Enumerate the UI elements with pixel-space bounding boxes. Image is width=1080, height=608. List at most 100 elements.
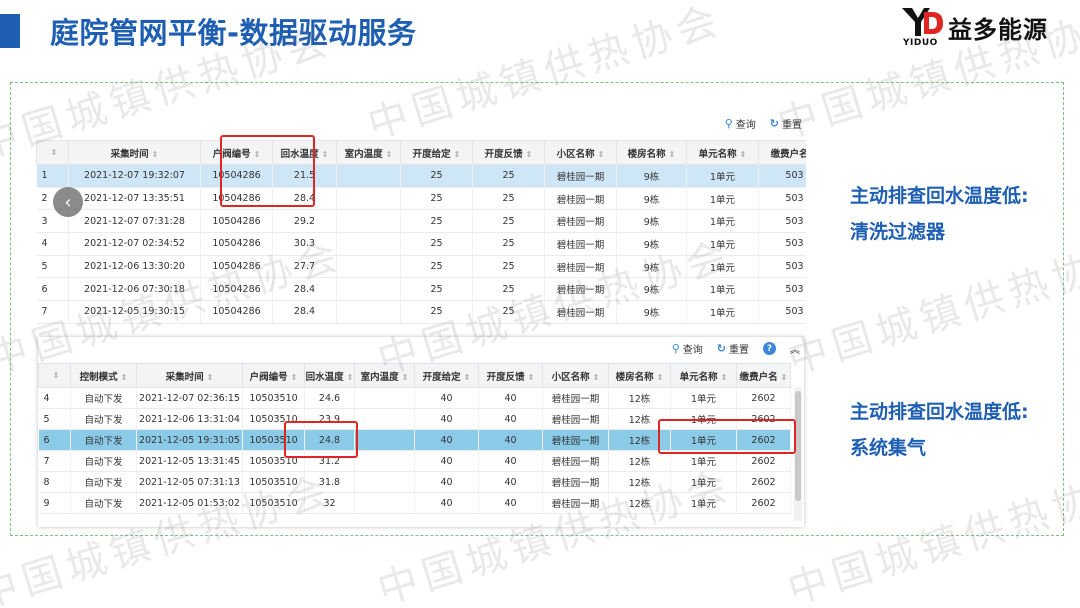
table-cell: 2021-12-05 07:31:13 [136, 471, 243, 493]
title-accent-bar [0, 14, 20, 48]
table-cell: 503 [758, 164, 806, 188]
page-title: 庭院管网平衡-数据驱动服务 [50, 16, 417, 50]
column-header[interactable]: 室内温度 ⇕ [354, 363, 415, 388]
previous-slide-button[interactable]: ‹ [53, 187, 83, 217]
column-header[interactable]: ⇕ [36, 140, 69, 165]
table-cell: 12栋 [608, 387, 671, 409]
table-cell: 24.6 [304, 387, 355, 409]
table-cell [336, 187, 401, 211]
table-row[interactable]: 4 自动下发 2021-12-07 02:36:15 10503510 24.6 40 40… [38, 387, 791, 409]
table-cell: 503 [758, 209, 806, 234]
table-cell: 2021-12-05 01:53:02 [136, 492, 243, 514]
table-cell: 40 [478, 492, 543, 514]
table-row[interactable]: 3 2021-12-07 07:31:28 10504286 29.2 25 25 碧桂园一… [36, 209, 806, 234]
column-header[interactable]: 缴费户名⇕ [758, 140, 806, 165]
table-cell: 2021-12-05 19:31:05 [136, 429, 243, 451]
highlight-return-temp-1 [220, 135, 315, 207]
query-button[interactable]: ⚲ 查询 [725, 116, 756, 131]
table-cell: 2602 [736, 471, 791, 493]
table-cell: 1单元 [670, 387, 737, 409]
column-header[interactable]: ⇕ [38, 363, 71, 388]
help-icon[interactable]: ? [763, 342, 776, 355]
highlight-return-temp-2 [284, 421, 358, 458]
table-cell: 10503510 [242, 471, 305, 493]
table-cell: 503 [758, 255, 806, 279]
reset-button[interactable]: ↻ 重置 [717, 341, 749, 356]
table-row[interactable]: 8 自动下发 2021-12-05 07:31:13 10503510 31.8 40 40… [38, 471, 791, 493]
table-cell: 25 [472, 300, 545, 324]
vertical-scrollbar[interactable] [794, 387, 802, 521]
search-icon: ⚲ [671, 342, 680, 355]
row-index-cell: 4 [36, 232, 69, 256]
column-header[interactable]: 户阀编号 ⇕ [242, 363, 305, 388]
table-cell: 2021-12-06 07:30:18 [68, 277, 201, 302]
row-index-cell: 9 [38, 492, 71, 514]
query-button[interactable]: ⚲ 查询 [672, 341, 703, 356]
table-cell: 28.4 [272, 300, 337, 324]
note-air-venting: 主动排查回水温度低: 系统集气 [850, 394, 1029, 466]
table-cell [336, 164, 401, 188]
column-header[interactable]: 采集时间 ⇕ [136, 363, 243, 388]
table-cell: 自动下发 [70, 450, 137, 472]
table-row[interactable]: 7 2021-12-05 19:30:15 10504286 28.4 25 25 碧桂园一… [36, 300, 806, 324]
table-cell: 29.2 [272, 209, 337, 234]
table-cell: 1单元 [686, 187, 759, 211]
table-cell: 2021-12-07 13:35:51 [68, 187, 201, 211]
table-cell: 40 [478, 408, 543, 430]
row-index-cell: 4 [38, 387, 71, 409]
table-row[interactable]: 2 2021-12-07 13:35:51 10504286 28.4 25 25 碧桂园一… [36, 187, 806, 211]
note-line: 清洗过滤器 [850, 221, 946, 243]
table-cell: 9栋 [616, 187, 687, 211]
column-header[interactable]: 开度给定 ⇕ [414, 363, 479, 388]
reset-button[interactable]: ↻ 重置 [770, 116, 802, 131]
table-cell: 10504286 [200, 300, 273, 324]
query-label: 查询 [735, 120, 756, 131]
column-header[interactable]: 小区名称 ⇕ [544, 140, 617, 165]
reset-label: 重置 [729, 345, 749, 356]
data-table: ⇕ 采集时间 ⇕ 户阀编号 ⇕ 回水温度 ⇕ 室内温度 ⇕ 开度给定 ⇕ 开度反馈 ⇕ 小区… [36, 140, 806, 324]
table-cell: 自动下发 [70, 492, 137, 514]
column-header[interactable]: 单元名称 ⇕ [670, 363, 737, 388]
table-cell: 2021-12-05 19:30:15 [68, 300, 201, 324]
column-header[interactable]: 控制模式 ⇕ [70, 363, 137, 388]
column-header[interactable]: 楼房名称 ⇕ [608, 363, 671, 388]
table-cell: 1单元 [686, 209, 759, 234]
table-cell: 碧桂园一期 [542, 429, 609, 451]
table-row[interactable]: 6 2021-12-06 07:30:18 10504286 28.4 25 25 碧桂园一… [36, 277, 806, 302]
table-cell: 碧桂园一期 [544, 232, 617, 256]
table-row[interactable]: 4 2021-12-07 02:34:52 10504286 30.3 25 25 碧桂园一… [36, 232, 806, 256]
column-header[interactable]: 开度反馈 ⇕ [472, 140, 545, 165]
table-cell: 2021-12-07 19:32:07 [68, 164, 201, 188]
column-header[interactable]: 小区名称 ⇕ [542, 363, 609, 388]
query-label: 查询 [682, 345, 703, 356]
table-cell: 2602 [736, 387, 791, 409]
table-cell: 40 [478, 387, 543, 409]
column-header[interactable]: 采集时间 ⇕ [68, 140, 201, 165]
table-cell: 碧桂园一期 [542, 450, 609, 472]
column-header[interactable]: 开度反馈 ⇕ [478, 363, 543, 388]
table-row[interactable]: 5 2021-12-06 13:30:20 10504286 27.7 25 25 碧桂园一… [36, 255, 806, 279]
column-header[interactable]: 开度给定 ⇕ [400, 140, 473, 165]
row-index-cell: 6 [38, 429, 71, 451]
yiduo-logo-icon [902, 8, 943, 36]
table-cell: 32 [304, 492, 355, 514]
table-row[interactable]: 1 2021-12-07 19:32:07 10504286 21.5 25 25 碧桂园一… [36, 164, 806, 188]
row-index-cell: 5 [38, 408, 71, 430]
table-cell [336, 255, 401, 279]
table-row[interactable]: 9 自动下发 2021-12-05 01:53:02 10503510 32 40 40 碧桂… [38, 492, 791, 514]
note-line: 主动排查回水温度低: [850, 185, 1029, 207]
column-header[interactable]: 回水温度 ⇕ [304, 363, 355, 388]
column-header[interactable]: 楼房名称 ⇕ [616, 140, 687, 165]
collapse-button[interactable]: ︽ [790, 341, 800, 356]
column-header[interactable]: 缴费户名⇕ [736, 363, 791, 388]
note-line: 系统集气 [850, 437, 927, 459]
table-cell [336, 232, 401, 256]
column-header[interactable]: 单元名称 ⇕ [686, 140, 759, 165]
table-cell: 25 [400, 277, 473, 302]
table-cell: 9栋 [616, 255, 687, 279]
table-cell: 10503510 [242, 387, 305, 409]
column-header[interactable]: 室内温度 ⇕ [336, 140, 401, 165]
table-cell: 40 [414, 429, 479, 451]
company-logo: YIDUO 益多能源 [900, 4, 1070, 48]
table-cell: 碧桂园一期 [544, 255, 617, 279]
